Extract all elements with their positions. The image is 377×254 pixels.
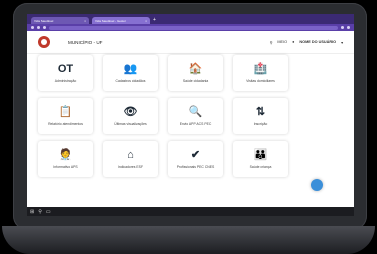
back-icon[interactable] [31, 26, 34, 29]
module-icon: 🏥 [253, 63, 268, 75]
module-label: Relatório atendimentos [48, 122, 83, 126]
user-name[interactable]: NOME DO USUÁRIO [299, 40, 336, 44]
module-icon: 🔍 [188, 106, 203, 118]
module-icon: ⇅ [255, 106, 266, 118]
municipio-title: MUNICÍPIO - UF [68, 39, 103, 45]
browser-tab-2[interactable]: Vida Saudável - Gestor × [92, 17, 150, 24]
module-card[interactable]: 🧑‍⚕️ Informativo APS [38, 141, 93, 177]
forward-icon[interactable] [37, 26, 40, 29]
close-icon[interactable]: × [84, 19, 86, 23]
browser-tab-label: Vida Saudável [34, 18, 54, 23]
laptop-base [2, 226, 375, 254]
module-icon: ⌂ [127, 149, 134, 161]
user-icon[interactable]: ● [292, 40, 294, 44]
module-card[interactable]: ✔ Profissionais PEC CNES [168, 141, 223, 177]
reload-icon[interactable] [43, 26, 46, 29]
module-label: Indicadores ESF [117, 165, 144, 169]
module-card[interactable]: 🔍 Envio APP ACS PEC [168, 98, 223, 134]
url-input[interactable] [49, 25, 338, 30]
module-card[interactable]: 🏠 Saúde cidadania [168, 55, 223, 91]
module-icon: 👁 [123, 106, 138, 118]
module-card[interactable]: 👁 Últimas visualizações [103, 98, 158, 134]
module-icon: 🏠 [188, 63, 203, 75]
module-icon: ✔ [190, 149, 201, 161]
module-icon: OT [57, 63, 74, 75]
module-label: Informativo APS [53, 165, 78, 169]
taskbar: ⊞ ⚲ ▭ [27, 207, 354, 216]
search-icon[interactable]: ⚲ [270, 40, 273, 45]
module-label: Envio APP ACS PEC [179, 122, 212, 126]
module-label: Saúde cidadania [182, 79, 209, 83]
search-label[interactable]: MEIO [277, 40, 287, 44]
star-icon[interactable] [341, 26, 344, 29]
module-label: Administração [54, 79, 77, 83]
task-view-icon[interactable]: ▭ [46, 209, 51, 215]
menu-icon[interactable] [347, 26, 350, 29]
module-icon: 👪 [253, 149, 268, 161]
chat-fab-button[interactable] [311, 179, 323, 191]
new-tab-button[interactable]: + [153, 17, 156, 24]
module-label: Visitas domiciliares [246, 79, 275, 83]
module-card[interactable]: 📋 Relatório atendimentos [38, 98, 93, 134]
module-card[interactable]: ⇅ Inscrição [233, 98, 288, 134]
close-icon[interactable]: × [145, 19, 147, 23]
module-card[interactable]: OT Administração [38, 55, 93, 91]
browser-tab-1[interactable]: Vida Saudável × [31, 17, 89, 24]
logo [38, 36, 50, 48]
module-card[interactable]: 👥 Cadastros cidadãos [103, 55, 158, 91]
module-label: Cadastros cidadãos [115, 79, 146, 83]
chevron-down-icon[interactable]: ▾ [341, 40, 343, 45]
module-icon: 👥 [123, 63, 138, 75]
app-header: MUNICÍPIO - UF ⚲ MEIO ● NOME DO USUÁRIO … [27, 31, 354, 54]
address-bar [27, 24, 354, 31]
browser-tab-label: Vida Saudável - Gestor [95, 18, 126, 23]
module-card[interactable]: 👪 Saúde criança [233, 141, 288, 177]
module-card[interactable]: ⌂ Indicadores ESF [103, 141, 158, 177]
header-tools: ⚲ MEIO ● NOME DO USUÁRIO ▾ [270, 40, 343, 45]
start-icon[interactable]: ⊞ [30, 209, 34, 215]
module-grid: OT Administração 👥 Cadastros cidadãos 🏠 Saúde… [38, 55, 288, 177]
module-label: Últimas visualizações [114, 122, 147, 126]
browser-tab-bar: Vida Saudável × Vida Saudável - Gestor ×… [27, 14, 354, 24]
module-icon: 📋 [58, 106, 73, 118]
search-icon[interactable]: ⚲ [38, 209, 42, 215]
module-label: Profissionais PEC CNES [176, 165, 215, 169]
module-label: Saúde criança [249, 165, 272, 169]
module-label: Inscrição [253, 122, 268, 126]
module-card[interactable]: 🏥 Visitas domiciliares [233, 55, 288, 91]
module-icon: 🧑‍⚕️ [58, 149, 73, 161]
